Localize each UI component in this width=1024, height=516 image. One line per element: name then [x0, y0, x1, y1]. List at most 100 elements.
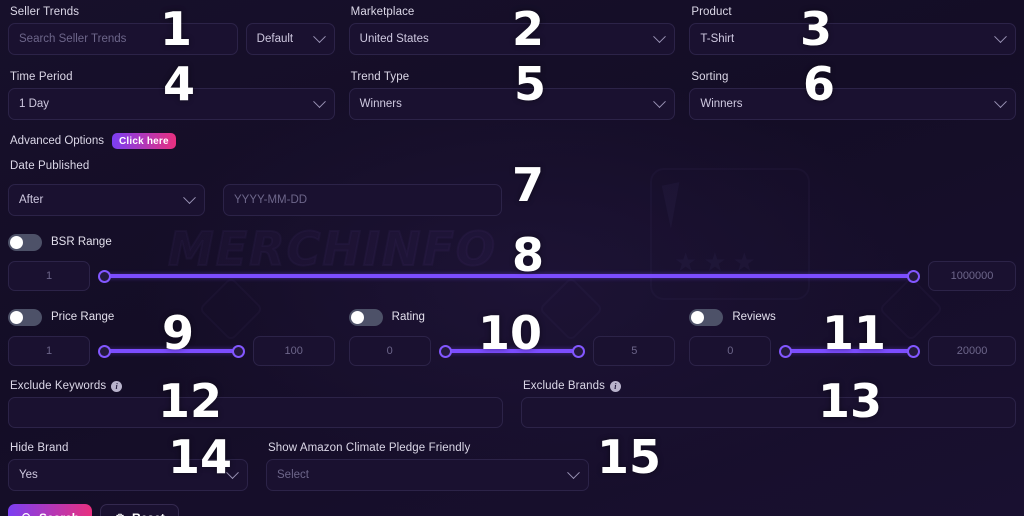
date-published-label: Date Published	[10, 160, 90, 172]
toggle-knob	[691, 310, 705, 324]
reset-button[interactable]: Reset	[100, 504, 179, 516]
advanced-options-click-here-badge[interactable]: Click here	[111, 133, 176, 149]
bsr-range-label: BSR Range	[51, 236, 112, 248]
exclude-brands-group: Exclude Brands i	[521, 380, 1016, 428]
product-select[interactable]: T-Shirt	[689, 23, 1017, 55]
date-comparator-select[interactable]: After	[8, 184, 205, 216]
bsr-range-toggle[interactable]	[8, 233, 42, 251]
toggle-knob	[10, 310, 23, 324]
chevron-down-icon	[312, 29, 326, 43]
time-period-select[interactable]: 1 Day	[8, 88, 335, 120]
date-published-input[interactable]: YYYY-MM-DD	[223, 184, 502, 216]
hide-brand-value: Yes	[19, 469, 38, 481]
price-range-toggle[interactable]	[8, 308, 42, 326]
seller-trends-mode-value: Default	[256, 33, 294, 45]
sorting-label: Sorting	[691, 71, 729, 83]
exclude-keywords-label-wrap: Exclude Keywords i	[10, 380, 503, 392]
chevron-down-icon	[994, 94, 1007, 108]
climate-pledge-label: Show Amazon Climate Pledge Friendly	[268, 442, 471, 454]
exclude-brands-input[interactable]	[521, 397, 1016, 428]
chevron-down-icon	[226, 465, 239, 479]
product-group: Product T-Shirt	[689, 6, 1017, 55]
chevron-down-icon	[653, 29, 667, 43]
search-icon	[22, 513, 30, 516]
bsr-min-input[interactable]: 1	[8, 261, 90, 291]
search-seller-trends-input[interactable]: Search Seller Trends	[8, 23, 238, 55]
marketplace-select[interactable]: United States	[348, 23, 676, 55]
reviews-min-input[interactable]: 0	[689, 336, 772, 366]
search-button-label: Search	[39, 511, 79, 516]
exclude-keywords-input[interactable]	[8, 397, 503, 428]
slider-handle-max[interactable]	[907, 269, 920, 283]
climate-pledge-group: Show Amazon Climate Pledge Friendly Sele…	[266, 442, 589, 491]
price-range-slider[interactable]	[98, 342, 245, 360]
product-label: Product	[691, 6, 732, 18]
info-icon[interactable]: i	[609, 380, 621, 392]
reset-button-label: Reset	[132, 511, 165, 516]
climate-pledge-value: Select	[277, 469, 309, 481]
bsr-range-group: BSR Range 1 1000000	[8, 232, 1016, 291]
exclude-row: Exclude Keywords i Exclude Brands i	[8, 380, 1016, 428]
slider-track	[104, 349, 239, 353]
advanced-options: Advanced Options Click here	[10, 133, 1016, 149]
filter-row-1: Seller Trends Search Seller Trends Defau…	[8, 6, 1017, 55]
slider-handle-max[interactable]	[907, 344, 921, 358]
slider-handle-max[interactable]	[572, 344, 586, 358]
rating-label: Rating	[391, 311, 425, 323]
marketplace-value: United States	[359, 33, 429, 45]
filter-row-2: Time Period 1 Day Trend Type Winners Sor…	[8, 71, 1017, 120]
trend-type-select[interactable]: Winners	[348, 88, 676, 120]
seller-trends-filter-panel: MERCHINFO ★★★ Seller Trends Search Selle…	[0, 0, 1024, 516]
slider-handle-min[interactable]	[438, 344, 452, 358]
hide-brand-select[interactable]: Yes	[8, 459, 248, 491]
price-range-group: Price Range 1 100	[8, 307, 335, 366]
reviews-label: Reviews	[732, 311, 776, 323]
seller-trends-label: Seller Trends	[10, 6, 80, 18]
exclude-keywords-label: Exclude Keywords	[10, 380, 107, 392]
reviews-max-input[interactable]: 20000	[928, 336, 1017, 366]
product-value: T-Shirt	[700, 33, 735, 45]
price-min-input[interactable]: 1	[8, 336, 90, 366]
bottom-selects-row: Hide Brand Yes Show Amazon Climate Pledg…	[8, 442, 1016, 491]
toggle-knob	[10, 235, 23, 249]
sorting-select[interactable]: Winners	[689, 88, 1017, 120]
marketplace-group: Marketplace United States	[348, 6, 676, 55]
search-input-placeholder: Search Seller Trends	[19, 33, 127, 45]
reviews-toggle[interactable]	[689, 308, 724, 326]
exclude-keywords-group: Exclude Keywords i	[8, 380, 503, 428]
rating-max-input[interactable]: 5	[593, 336, 676, 366]
range-filters-row: Price Range 1 100 Rating 0 5 Reviews 0 2…	[8, 307, 1017, 366]
bsr-range-slider[interactable]	[98, 267, 920, 285]
trend-type-label: Trend Type	[350, 71, 410, 83]
trend-type-group: Trend Type Winners	[348, 71, 676, 120]
rating-group: Rating 0 5	[348, 307, 676, 366]
chevron-down-icon	[994, 29, 1007, 43]
slider-handle-min[interactable]	[98, 344, 111, 358]
action-buttons: Search Reset	[8, 504, 1016, 516]
slider-track	[444, 349, 580, 353]
rating-range-slider[interactable]	[438, 342, 586, 360]
toggle-knob	[350, 310, 364, 324]
rating-toggle[interactable]	[348, 308, 383, 326]
price-range-label: Price Range	[51, 311, 115, 323]
slider-handle-max[interactable]	[231, 344, 245, 358]
reviews-range-slider[interactable]	[779, 342, 921, 360]
bsr-max-input[interactable]: 1000000	[928, 261, 1016, 291]
slider-track	[104, 274, 914, 278]
time-period-group: Time Period 1 Day	[8, 71, 335, 120]
sorting-group: Sorting Winners	[689, 71, 1017, 120]
time-period-value: 1 Day	[19, 98, 50, 110]
search-button[interactable]: Search	[8, 504, 93, 516]
slider-handle-min[interactable]	[779, 344, 793, 358]
climate-pledge-select[interactable]: Select	[266, 459, 589, 491]
rating-min-input[interactable]: 0	[348, 336, 431, 366]
exclude-brands-label: Exclude Brands	[523, 380, 605, 392]
seller-trends-mode-select[interactable]: Default	[245, 23, 335, 55]
info-icon[interactable]: i	[111, 380, 123, 392]
slider-handle-min[interactable]	[98, 269, 111, 283]
price-max-input[interactable]: 100	[252, 336, 335, 366]
date-input-placeholder: YYYY-MM-DD	[234, 194, 308, 206]
sorting-value: Winners	[700, 98, 743, 110]
chevron-down-icon	[567, 465, 580, 479]
hide-brand-group: Hide Brand Yes	[8, 442, 248, 491]
